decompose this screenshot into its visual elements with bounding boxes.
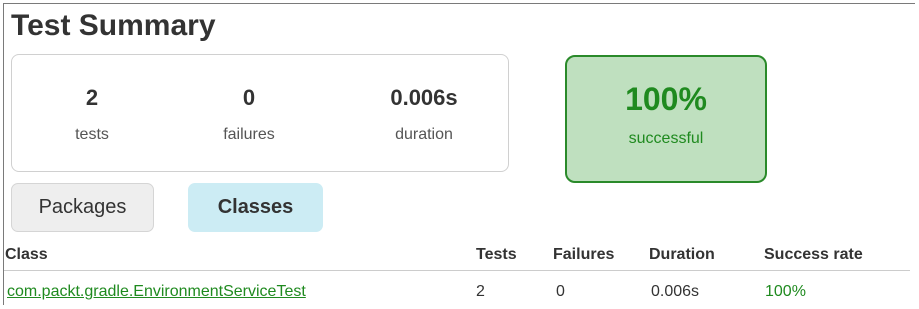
column-header-success-rate: Success rate xyxy=(764,246,863,263)
tests-count: 2 xyxy=(85,85,99,110)
tab-classes[interactable]: Classes xyxy=(188,183,323,232)
tab-packages[interactable]: Packages xyxy=(11,183,154,232)
failures-counter: 0 failures xyxy=(204,85,294,145)
tests-counter: 2 tests xyxy=(52,85,132,145)
column-header-failures: Failures xyxy=(553,246,615,263)
duration-label: duration xyxy=(395,126,453,143)
duration-counter: 0.006s duration xyxy=(364,85,484,145)
failures-count: 0 xyxy=(242,85,256,110)
success-rate-label: successful xyxy=(628,130,704,147)
class-link[interactable]: com.packt.gradle.EnvironmentServiceTest xyxy=(7,282,306,302)
row-tests: 2 xyxy=(476,283,485,300)
summary-counters: 2 tests 0 failures 0.006s duration xyxy=(11,54,509,172)
row-duration: 0.006s xyxy=(651,283,700,300)
row-failures: 0 xyxy=(556,283,565,300)
success-rate-value: 100% xyxy=(625,81,707,117)
tests-label: tests xyxy=(75,126,109,143)
success-rate-box: 100% successful xyxy=(565,55,767,183)
duration-value: 0.006s xyxy=(390,85,458,110)
row-success-rate: 100% xyxy=(765,283,806,300)
column-header-duration: Duration xyxy=(649,246,715,263)
page-title: Test Summary xyxy=(11,9,216,42)
failures-label: failures xyxy=(223,126,275,143)
table-header-divider xyxy=(4,270,910,271)
column-header-class: Class xyxy=(5,246,48,263)
column-header-tests: Tests xyxy=(476,246,517,263)
